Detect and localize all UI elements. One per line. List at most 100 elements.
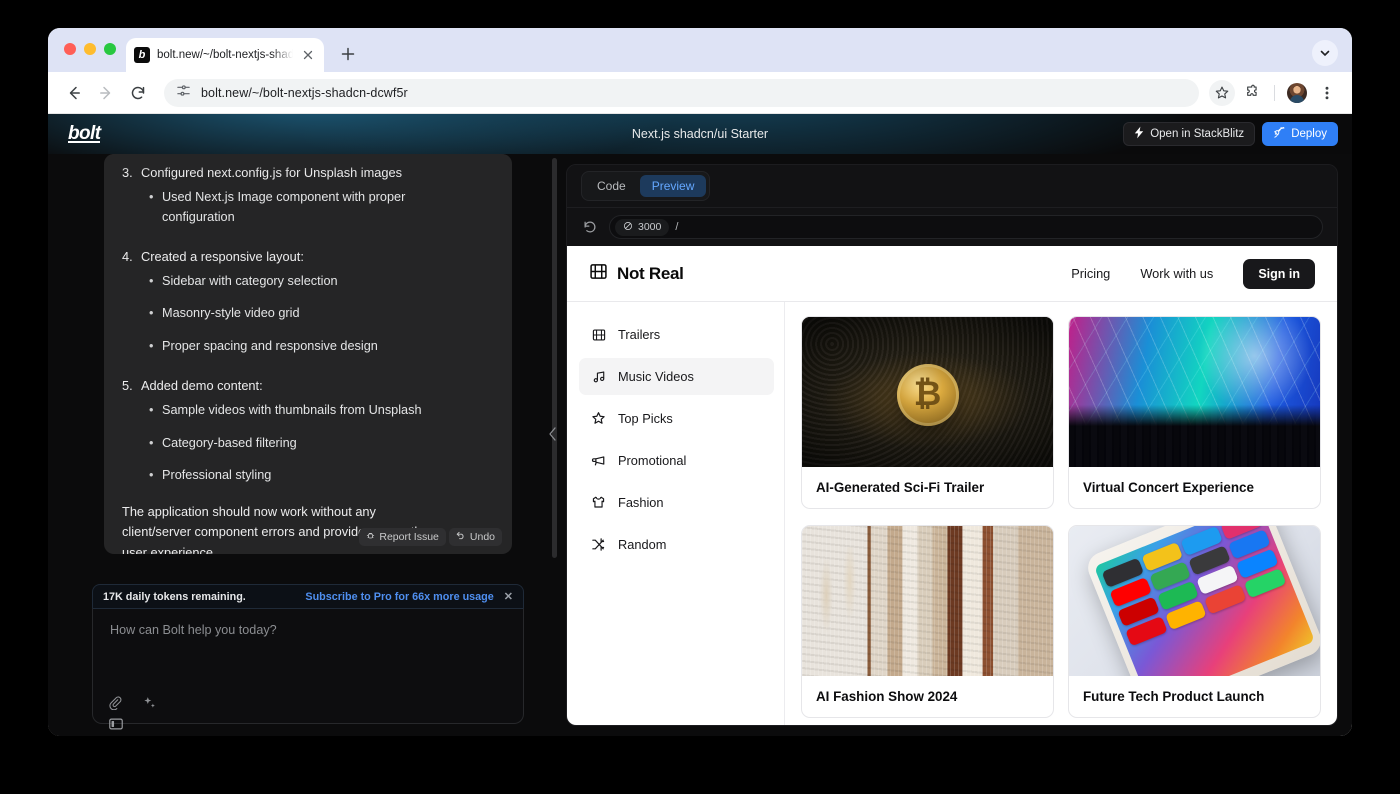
bolt-favicon: b	[134, 47, 150, 63]
close-icon[interactable]	[300, 47, 316, 63]
sidebar-item-label: Music Videos	[618, 369, 694, 384]
video-thumbnail	[802, 526, 1053, 676]
port-badge[interactable]: 3000	[615, 218, 670, 236]
site-sidebar: Trailers Music Videos Top Picks Promotio…	[567, 302, 785, 725]
port-icon	[623, 221, 633, 234]
back-arrow-icon[interactable]	[60, 79, 88, 107]
preview-tab-bar: Code Preview	[567, 165, 1337, 208]
chat-scrollbar-thumb[interactable]	[552, 158, 557, 558]
stackblitz-label: Open in StackBlitz	[1150, 128, 1245, 140]
bolt-application: bolt Next.js shadcn/ui Starter Open in S…	[48, 114, 1352, 736]
chat-scrollbar[interactable]	[551, 154, 558, 574]
video-title: Virtual Concert Experience	[1083, 480, 1254, 495]
window-traffic-lights[interactable]	[64, 43, 116, 55]
list-item: Used Next.js Image component with proper…	[149, 188, 462, 227]
undo-icon	[456, 531, 466, 543]
close-window-button[interactable]	[64, 43, 76, 55]
sidebar-item-label: Trailers	[618, 327, 661, 342]
video-card[interactable]: AI Fashion Show 2024	[801, 525, 1054, 718]
video-title: AI-Generated Sci-Fi Trailer	[816, 480, 985, 495]
site-brand-name: Not Real	[617, 263, 684, 283]
browser-toolbar: bolt.new/~/bolt-nextjs-shadcn-dcwf5r	[48, 72, 1352, 114]
sidebar-item-label: Top Picks	[618, 411, 673, 426]
music-note-icon	[591, 369, 606, 384]
film-strip-icon	[589, 262, 608, 286]
sidebar-item-trailers[interactable]: Trailers	[579, 316, 774, 353]
browser-tab-strip: b bolt.new/~/bolt-nextjs-shadc	[48, 28, 1352, 72]
sidebar-toggle-icon[interactable]	[105, 713, 127, 735]
lightning-bolt-icon	[1134, 126, 1144, 142]
deploy-button[interactable]: Deploy	[1262, 122, 1338, 146]
maximize-window-button[interactable]	[104, 43, 116, 55]
bolt-body: Configured next.config.js for Unsplash i…	[48, 154, 1352, 736]
video-card[interactable]: Virtual Concert Experience	[1068, 316, 1321, 509]
address-bar[interactable]: bolt.new/~/bolt-nextjs-shadcn-dcwf5r	[164, 78, 1199, 107]
scroll-fade	[104, 154, 512, 172]
step-items: Sidebar with category selection Masonry-…	[149, 272, 494, 357]
preview-address-field[interactable]: 3000 /	[609, 215, 1323, 239]
sidebar-item-music-videos[interactable]: Music Videos	[579, 358, 774, 395]
list-item: Proper spacing and responsive design	[149, 337, 462, 357]
prompt-placeholder: How can Bolt help you today?	[110, 623, 277, 637]
avatar[interactable]	[1284, 80, 1310, 106]
nav-link-pricing[interactable]: Pricing	[1071, 266, 1110, 281]
tab-list-button[interactable]	[1312, 40, 1338, 66]
puzzle-icon[interactable]	[1239, 80, 1265, 106]
prompt-toolbar	[106, 693, 158, 711]
paperclip-icon[interactable]	[106, 693, 124, 711]
sidebar-item-label: Promotional	[618, 453, 687, 468]
forward-arrow-icon[interactable]	[92, 79, 120, 107]
header-actions: Open in StackBlitz Deploy	[1123, 122, 1338, 146]
video-thumbnail	[1069, 526, 1320, 676]
video-grid: AI-Generated Sci-Fi Trailer Virtual Conc…	[785, 302, 1337, 725]
deploy-label: Deploy	[1291, 128, 1327, 140]
reload-icon[interactable]	[124, 79, 152, 107]
sidebar-item-fashion[interactable]: Fashion	[579, 484, 774, 521]
shuffle-icon	[591, 537, 606, 552]
bolt-header: bolt Next.js shadcn/ui Starter Open in S…	[48, 114, 1352, 154]
open-in-stackblitz-button[interactable]: Open in StackBlitz	[1123, 122, 1256, 146]
list-item: Professional styling	[149, 466, 462, 486]
reload-icon[interactable]	[581, 218, 599, 236]
close-icon[interactable]: ✕	[504, 590, 513, 603]
port-number: 3000	[638, 221, 662, 233]
site-body: Trailers Music Videos Top Picks Promotio…	[567, 302, 1337, 725]
video-card[interactable]: AI-Generated Sci-Fi Trailer	[801, 316, 1054, 509]
tab-preview[interactable]: Preview	[639, 175, 707, 197]
sidebar-item-label: Fashion	[618, 495, 664, 510]
step-items: Used Next.js Image component with proper…	[149, 188, 494, 227]
site-brand[interactable]: Not Real	[589, 262, 684, 286]
new-tab-button[interactable]	[338, 44, 358, 64]
collapse-panel-button[interactable]	[542, 419, 562, 449]
token-usage-banner: 17K daily tokens remaining. Subscribe to…	[92, 584, 524, 608]
subscribe-to-pro-link[interactable]: Subscribe to Pro for 66x more usage	[305, 591, 493, 603]
report-issue-label: Report Issue	[379, 531, 439, 543]
three-dot-menu-icon[interactable]	[1314, 80, 1340, 106]
sign-in-button[interactable]: Sign in	[1243, 258, 1315, 289]
sidebar-item-promotional[interactable]: Promotional	[579, 442, 774, 479]
assistant-message: Configured next.config.js for Unsplash i…	[104, 154, 512, 554]
video-title: AI Fashion Show 2024	[816, 689, 958, 704]
message-actions: Report Issue Undo	[359, 528, 502, 546]
list-item: Category-based filtering	[149, 434, 462, 454]
minimize-window-button[interactable]	[84, 43, 96, 55]
report-issue-button[interactable]: Report Issue	[359, 528, 446, 546]
site-settings-icon[interactable]	[176, 83, 191, 103]
nav-link-work-with-us[interactable]: Work with us	[1140, 266, 1213, 281]
video-thumbnail	[802, 317, 1053, 467]
star-icon[interactable]	[1209, 79, 1235, 106]
sidebar-item-top-picks[interactable]: Top Picks	[579, 400, 774, 437]
step-heading: Created a responsive layout:	[122, 247, 494, 266]
video-card[interactable]: Future Tech Product Launch	[1068, 525, 1321, 718]
undo-button[interactable]: Undo	[448, 528, 502, 546]
video-title: Future Tech Product Launch	[1083, 689, 1265, 704]
prompt-input-container[interactable]: How can Bolt help you today?	[92, 608, 524, 730]
sidebar-item-random[interactable]: Random	[579, 526, 774, 563]
browser-tab[interactable]: b bolt.new/~/bolt-nextjs-shadc	[126, 38, 324, 72]
preview-path: /	[675, 221, 679, 233]
list-item: Sidebar with category selection	[149, 272, 462, 292]
sidebar-item-label: Random	[618, 537, 667, 552]
sparkles-icon[interactable]	[140, 693, 158, 711]
preview-panel: Code Preview 3000 / Not Real Pricing Wor…	[566, 164, 1338, 726]
tab-code[interactable]: Code	[585, 175, 638, 197]
